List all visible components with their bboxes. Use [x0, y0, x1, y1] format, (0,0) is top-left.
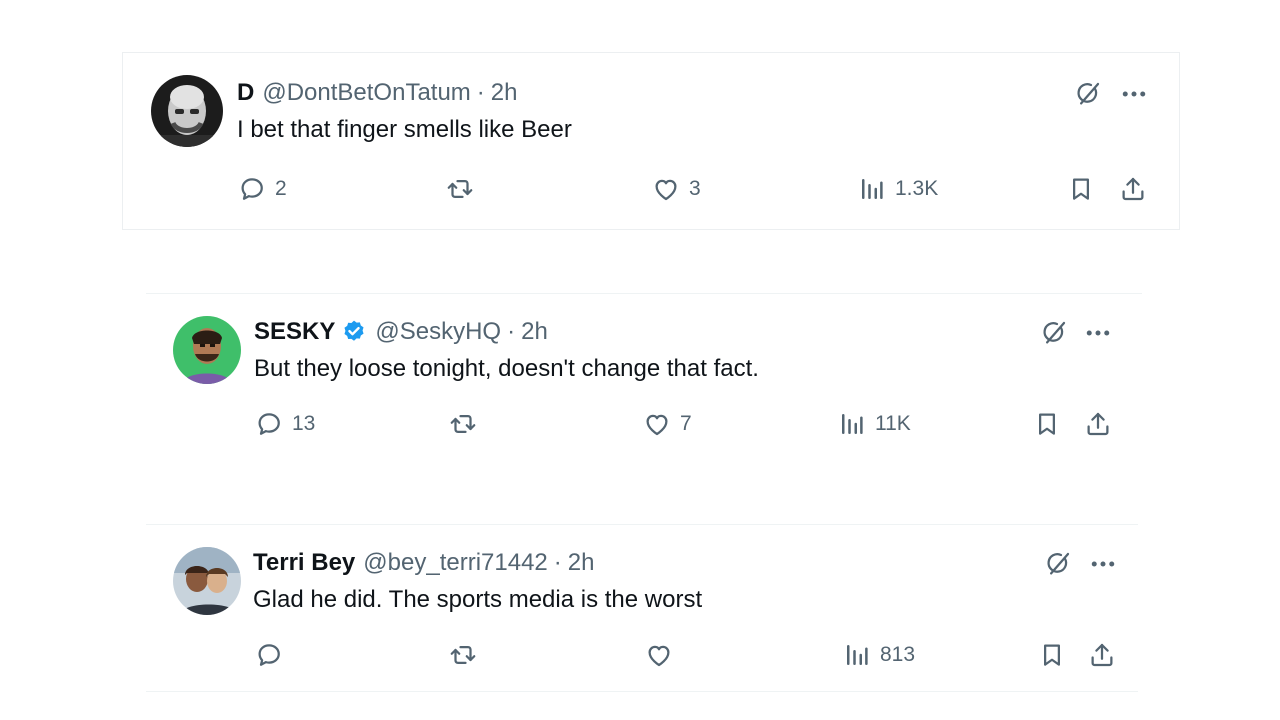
speech-bubble-icon — [237, 174, 267, 204]
view-count: 11K — [875, 412, 911, 435]
avatar[interactable] — [173, 547, 241, 615]
grok-button[interactable] — [1043, 549, 1073, 579]
view-count: 813 — [880, 643, 916, 666]
bar-chart-icon — [837, 409, 867, 439]
tweet-header: D @DontBetOnTatum · 2h — [237, 79, 518, 107]
bookmark-button[interactable] — [1066, 173, 1096, 205]
bookmark-icon — [1032, 409, 1062, 439]
heart-icon — [644, 640, 674, 670]
bald-man-photo-icon — [151, 75, 223, 147]
reply-button[interactable]: 2 — [237, 173, 287, 205]
author-handle[interactable]: @bey_terri71442 — [363, 549, 547, 577]
view-count: 1.3K — [895, 177, 939, 200]
more-button[interactable] — [1119, 79, 1149, 109]
grok-icon — [1043, 549, 1073, 579]
reply-count: 2 — [275, 177, 287, 200]
author-handle[interactable]: @DontBetOnTatum — [262, 79, 470, 107]
views-button[interactable]: 11K — [837, 408, 911, 440]
separator-dot: · — [507, 318, 516, 345]
share-upload-icon — [1083, 409, 1113, 439]
tweet-text: Glad he did. The sports media is the wor… — [253, 586, 703, 613]
tweet[interactable]: Terri Bey @bey_terri71442 · 2h Glad he d… — [146, 524, 1138, 692]
tweet-timestamp[interactable]: 2h — [568, 549, 595, 577]
separator-dot: · — [553, 549, 562, 576]
like-button[interactable]: 7 — [642, 408, 692, 440]
bar-chart-icon — [857, 174, 887, 204]
reply-button[interactable]: 13 — [254, 408, 315, 440]
repost-button[interactable] — [448, 408, 486, 440]
share-button[interactable] — [1118, 173, 1148, 205]
tweet[interactable]: D @DontBetOnTatum · 2h I bet that finger… — [122, 52, 1180, 230]
bookmark-icon — [1066, 174, 1096, 204]
share-upload-icon — [1118, 174, 1148, 204]
share-upload-icon — [1087, 640, 1117, 670]
like-button[interactable]: 3 — [651, 173, 701, 205]
like-button[interactable] — [644, 639, 682, 671]
repost-button[interactable] — [448, 639, 486, 671]
man-green-background-photo-icon — [173, 316, 241, 384]
avatar[interactable] — [173, 316, 241, 384]
tweet[interactable]: SESKY @SeskyHQ · 2h But they loose tonig… — [146, 293, 1142, 456]
speech-bubble-icon — [254, 640, 284, 670]
tweet-header: SESKY @SeskyHQ · 2h — [254, 318, 548, 346]
tweet-timestamp[interactable]: 2h — [491, 79, 518, 107]
grok-icon — [1039, 318, 1069, 348]
like-count: 7 — [680, 412, 692, 435]
grok-button[interactable] — [1039, 318, 1069, 348]
author-handle[interactable]: @SeskyHQ — [375, 318, 501, 346]
more-dots-icon — [1119, 79, 1149, 109]
like-count: 3 — [689, 177, 701, 200]
heart-icon — [651, 174, 681, 204]
tweet-text: I bet that finger smells like Beer — [237, 116, 572, 143]
avatar[interactable] — [151, 75, 223, 147]
more-button[interactable] — [1083, 318, 1113, 348]
grok-icon — [1073, 79, 1103, 109]
speech-bubble-icon — [254, 409, 284, 439]
repost-button[interactable] — [445, 173, 483, 205]
grok-button[interactable] — [1073, 79, 1103, 109]
more-button[interactable] — [1088, 549, 1118, 579]
reply-button[interactable] — [254, 639, 292, 671]
bookmark-button[interactable] — [1032, 408, 1062, 440]
tweet-text: But they loose tonight, doesn't change t… — [254, 355, 759, 382]
heart-icon — [642, 409, 672, 439]
repost-arrows-icon — [448, 640, 478, 670]
separator-dot: · — [476, 79, 485, 106]
bookmark-button[interactable] — [1037, 639, 1067, 671]
tweet-header: Terri Bey @bey_terri71442 · 2h — [253, 549, 594, 577]
more-dots-icon — [1088, 549, 1118, 579]
more-dots-icon — [1083, 318, 1113, 348]
repost-arrows-icon — [445, 174, 475, 204]
tweet-timestamp[interactable]: 2h — [521, 318, 548, 346]
bar-chart-icon — [842, 640, 872, 670]
reply-count: 13 — [292, 412, 316, 435]
author-name[interactable]: Terri Bey — [253, 549, 355, 577]
author-name[interactable]: D — [237, 79, 254, 107]
views-button[interactable]: 1.3K — [857, 173, 938, 205]
verified-badge-icon — [341, 319, 367, 345]
repost-arrows-icon — [448, 409, 478, 439]
bookmark-icon — [1037, 640, 1067, 670]
author-name[interactable]: SESKY — [254, 318, 335, 346]
views-button[interactable]: 813 — [842, 639, 915, 671]
share-button[interactable] — [1087, 639, 1117, 671]
two-people-photo-icon — [173, 547, 241, 615]
share-button[interactable] — [1083, 408, 1113, 440]
